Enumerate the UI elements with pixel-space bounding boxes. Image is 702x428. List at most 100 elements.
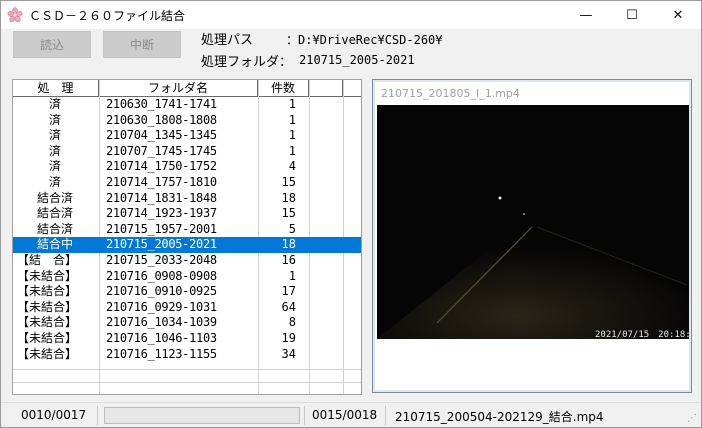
stop-button-label: 中断 — [129, 38, 154, 52]
minimize-button[interactable]: — — [563, 1, 609, 29]
count-cell: 1 — [288, 128, 296, 143]
table-row[interactable]: 結合済 210715_1957-2001 5 — [13, 222, 361, 238]
maximize-icon: ☐ — [626, 7, 638, 23]
folder-cell: 210714_1757-1810 — [106, 174, 217, 189]
count-cell: 5 — [288, 221, 296, 236]
table-row[interactable]: 済 210714_1750-1752 4 — [13, 159, 361, 175]
video-frame[interactable]: 2021/07/15 20:18:05 — [377, 105, 689, 339]
folder-cell: 210715_2005-2021 — [106, 237, 217, 252]
count-cell: 64 — [281, 299, 296, 314]
folder-cell: 210716_1034-1039 — [106, 315, 217, 330]
count-cell: 19 — [281, 330, 296, 345]
table-row[interactable]: 【未結合】 210716_0929-1031 64 — [13, 300, 361, 316]
status-separator — [97, 406, 98, 425]
status-cell: 【未結合】 — [17, 299, 78, 314]
folder-value: 210715_2005-2021 — [299, 53, 415, 67]
status-cell: 済 — [48, 174, 61, 189]
sakura-flower-icon — [7, 7, 23, 23]
column-header-status[interactable]: 処 理 — [13, 80, 99, 96]
folder-cell: 210704_1345-1345 — [106, 128, 217, 143]
count-cell: 15 — [281, 206, 296, 221]
folder-table[interactable]: 処 理 フォルダ名 件数 済 210630_1741-1741 1 済 210630_… — [12, 79, 362, 395]
status-cell: 【未結合】 — [17, 330, 78, 345]
folder-cell: 210716_0929-1031 — [106, 299, 217, 314]
table-row[interactable]: 【未結合】 210716_1034-1039 8 — [13, 315, 361, 331]
table-row[interactable]: 結合済 210714_1831-1848 18 — [13, 191, 361, 207]
count-cell: 34 — [281, 346, 296, 361]
close-icon: ✕ — [672, 7, 684, 23]
folder-cell: 210716_0908-0908 — [106, 268, 217, 283]
table-row[interactable]: 【結 合】 210715_2033-2048 16 — [13, 253, 361, 269]
folder-cell: 210714_1923-1937 — [106, 206, 217, 221]
folder-label: 処理フォルダ： — [201, 55, 293, 70]
minimize-icon: — — [579, 7, 593, 23]
status-cell: 済 — [48, 128, 61, 143]
count-cell: 1 — [288, 268, 296, 283]
table-row[interactable]: 済 210630_1808-1808 1 — [13, 113, 361, 129]
file-progress-text: 0015/0018 — [312, 408, 378, 422]
folder-cell: 210715_1957-2001 — [106, 221, 217, 236]
row-divider — [13, 382, 361, 383]
folder-progress-text: 0010/0017 — [21, 408, 87, 422]
window-title: ＣＳＤ－２６０ファイル結合 — [29, 9, 186, 23]
count-cell: 15 — [281, 174, 296, 189]
row-divider — [13, 369, 361, 370]
table-row-selected[interactable]: 結合中 210715_2005-2021 18 — [13, 237, 361, 253]
app-window: ＣＳＤ－２６０ファイル結合 — ☐ ✕ 読込 中断 処理パス ：D:¥Drive… — [0, 0, 702, 428]
table-row[interactable]: 済 210714_1757-1810 15 — [13, 175, 361, 191]
table-row[interactable]: 【未結合】 210716_0910-0925 17 — [13, 284, 361, 300]
table-body: 済 210630_1741-1741 1 済 210630_1808-1808 1 済 2… — [13, 97, 361, 362]
load-button-label: 読込 — [39, 38, 64, 52]
count-cell: 1 — [288, 112, 296, 127]
status-cell: 【未結合】 — [17, 284, 78, 299]
column-header-count[interactable]: 件数 — [258, 80, 309, 96]
status-cell: 結合済 — [36, 190, 73, 205]
count-cell: 1 — [288, 143, 296, 158]
path-value: ：D:¥DriveRec¥CSD-260¥ — [286, 33, 443, 47]
maximize-button[interactable]: ☐ — [609, 1, 655, 29]
table-row[interactable]: 結合済 210714_1923-1937 15 — [13, 206, 361, 222]
preview-filename: 210715_201805_I_1.mp4 — [381, 87, 520, 100]
count-cell: 16 — [281, 252, 296, 267]
status-cell: 済 — [48, 97, 61, 111]
table-row[interactable]: 【未結合】 210716_0908-0908 1 — [13, 269, 361, 285]
status-cell: 結合済 — [36, 221, 73, 236]
path-label: 処理パス — [201, 33, 254, 48]
column-header-empty — [309, 80, 343, 96]
table-row[interactable]: 済 210704_1345-1345 1 — [13, 128, 361, 144]
status-cell: 【未結合】 — [17, 346, 78, 361]
status-bar: 0010/0017 0015/0018 210715_200504-202129… — [1, 402, 701, 427]
table-row[interactable]: 済 210630_1741-1741 1 — [13, 97, 361, 113]
status-cell: 済 — [48, 159, 61, 174]
column-header-folder[interactable]: フォルダ名 — [99, 80, 258, 96]
count-cell: 8 — [288, 315, 296, 330]
table-row[interactable]: 【未結合】 210716_1123-1155 34 — [13, 347, 361, 363]
title-bar[interactable]: ＣＳＤ－２６０ファイル結合 — ☐ ✕ — [1, 1, 701, 29]
folder-cell: 210716_1123-1155 — [106, 346, 217, 361]
folder-cell: 210630_1741-1741 — [106, 97, 217, 111]
stop-button[interactable]: 中断 — [103, 31, 181, 58]
progress-bar — [104, 407, 300, 424]
folder-cell: 210715_2033-2048 — [106, 252, 217, 267]
status-cell: 結合中 — [36, 237, 73, 252]
status-separator — [304, 406, 305, 425]
table-row[interactable]: 【未結合】 210716_1046-1103 19 — [13, 331, 361, 347]
close-button[interactable]: ✕ — [655, 1, 701, 29]
folder-cell: 210716_0910-0925 — [106, 284, 217, 299]
folder-cell: 210716_1046-1103 — [106, 330, 217, 345]
load-button[interactable]: 読込 — [13, 31, 91, 58]
status-cell: 結合済 — [36, 206, 73, 221]
table-row[interactable]: 済 210707_1745-1745 1 — [13, 144, 361, 160]
folder-cell: 210630_1808-1808 — [106, 112, 217, 127]
status-cell: 【未結合】 — [17, 268, 78, 283]
status-cell: 済 — [48, 143, 61, 158]
video-preview-panel: 210715_201805_I_1.mp4 2021/07/15 20:18:0… — [372, 79, 692, 393]
night-road-scene — [377, 105, 689, 339]
count-cell: 18 — [281, 190, 296, 205]
count-cell: 1 — [288, 97, 296, 111]
status-cell: 【未結合】 — [17, 315, 78, 330]
folder-cell: 210707_1745-1745 — [106, 143, 217, 158]
resize-grip-icon[interactable]: ⋰ — [687, 413, 697, 424]
count-cell: 17 — [281, 284, 296, 299]
folder-cell: 210714_1831-1848 — [106, 190, 217, 205]
